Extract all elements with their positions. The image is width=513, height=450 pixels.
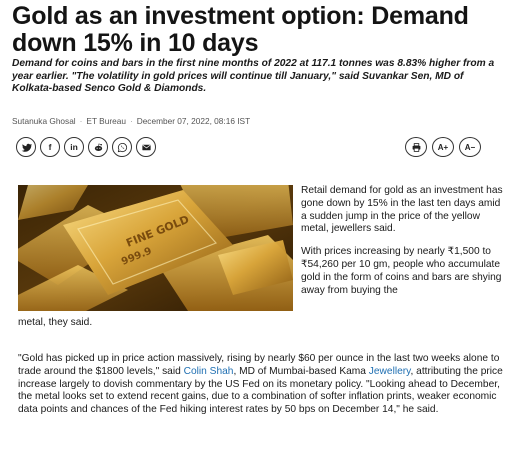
publish-date: December 07, 2022, 08:16 IST bbox=[136, 116, 251, 126]
article-side-text: Retail demand for gold as an investment … bbox=[301, 185, 508, 307]
font-increase-button[interactable]: A+ bbox=[432, 137, 454, 157]
gold-bars-image: FINE GOLD 999.9 bbox=[18, 185, 293, 311]
colin-shah-link[interactable]: Colin Shah bbox=[184, 366, 234, 377]
paragraph-2-tail: metal, they said. bbox=[18, 317, 93, 328]
twitter-share-button[interactable] bbox=[16, 137, 36, 157]
reddit-share-button[interactable] bbox=[88, 137, 108, 157]
print-icon bbox=[411, 142, 422, 153]
article-title: Gold as an investment option: Demand dow… bbox=[12, 2, 469, 57]
jewellery-link[interactable]: Jewellery bbox=[369, 366, 411, 377]
email-share-button[interactable] bbox=[136, 137, 156, 157]
byline: Sutanuka Ghosal · ET Bureau · December 07, 2… bbox=[12, 116, 250, 126]
whatsapp-share-button[interactable] bbox=[112, 137, 132, 157]
byline-separator: · bbox=[79, 116, 83, 126]
source-label: ET Bureau bbox=[86, 116, 126, 126]
paragraph-3: "Gold has picked up in price action mass… bbox=[18, 353, 506, 417]
paragraph-1: Retail demand for gold as an investment … bbox=[301, 185, 503, 235]
paragraph-3-mid: , MD of Mumbai-based Kama bbox=[233, 365, 369, 377]
byline-separator: · bbox=[129, 116, 133, 126]
article-tools: A+ A− bbox=[405, 137, 481, 157]
article-summary: Demand for coins and bars in the first n… bbox=[12, 58, 495, 95]
twitter-icon bbox=[21, 142, 32, 153]
linkedin-share-button[interactable]: in bbox=[64, 137, 84, 157]
article-page: Gold as an investment option: Demand dow… bbox=[0, 0, 513, 450]
facebook-share-button[interactable]: f bbox=[40, 137, 60, 157]
reddit-icon bbox=[93, 142, 104, 153]
share-bar: f in bbox=[16, 137, 156, 157]
linkedin-icon: in bbox=[70, 142, 78, 152]
paragraph-2: With prices increasing by nearly ₹1,500 … bbox=[301, 246, 502, 296]
author-link[interactable]: Sutanuka Ghosal bbox=[12, 116, 76, 126]
font-decrease-button[interactable]: A− bbox=[459, 137, 481, 157]
facebook-icon: f bbox=[48, 142, 52, 152]
print-button[interactable] bbox=[405, 137, 427, 157]
whatsapp-icon bbox=[117, 142, 128, 153]
email-icon bbox=[141, 142, 152, 153]
